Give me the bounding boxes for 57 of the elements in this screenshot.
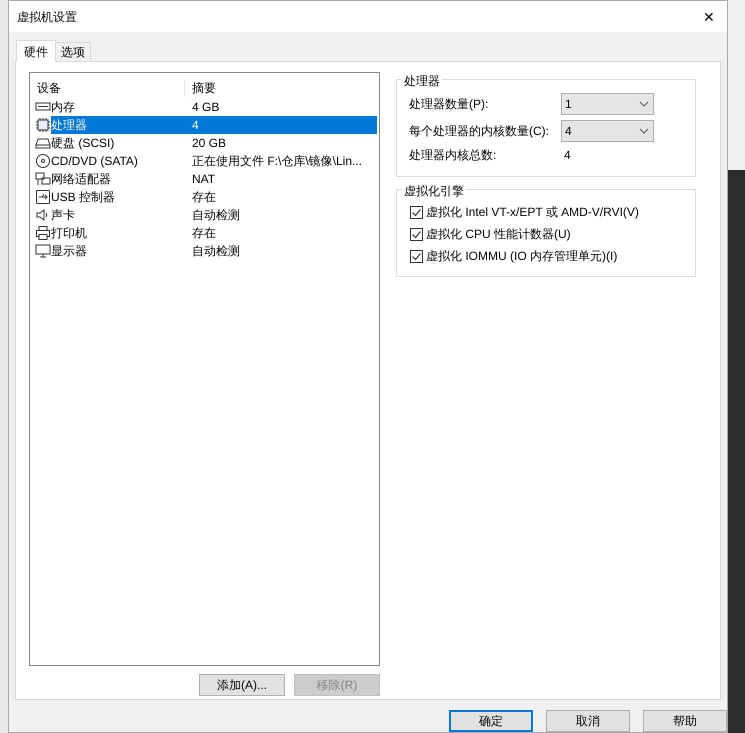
group-title: 虚拟化引擎 (402, 182, 466, 200)
display-icon (35, 243, 51, 259)
device-name: 内存 (51, 99, 76, 116)
device-row[interactable]: CD/DVD (SATA) 正在使用文件 F:\仓库\镜像\Lin... (30, 152, 379, 170)
cpu-icon (35, 117, 51, 133)
checkbox-label: 虚拟化 CPU 性能计数器(U) (426, 226, 571, 243)
device-name: CD/DVD (SATA) (51, 153, 139, 170)
tab[interactable]: 硬件 (16, 40, 56, 62)
total-value: 4 (563, 147, 571, 164)
device-row[interactable]: 显示器 自动检测 (30, 242, 379, 260)
device-row[interactable]: 硬盘 (SCSI) 20 GB (30, 134, 379, 152)
field-label: 每个处理器的内核数量(C): (409, 122, 550, 140)
dialog-button[interactable]: 帮助 (643, 710, 727, 732)
column-header[interactable]: 设备 (30, 79, 185, 97)
device-name: 硬盘 (SCSI) (51, 135, 116, 152)
device-row[interactable]: 网络适配器 NAT (30, 170, 379, 188)
dropdown[interactable]: 4 (561, 120, 654, 142)
device-summary: 20 GB (191, 135, 226, 152)
device-row[interactable]: USB 控制器 存在 (30, 188, 379, 206)
device-summary: 存在 (191, 225, 216, 242)
checkbox-label: 虚拟化 IOMMU (IO 内存管理单元)(I) (426, 248, 618, 265)
device-name: 打印机 (51, 225, 88, 242)
close-button[interactable]: ✕ (699, 10, 719, 24)
device-name: USB 控制器 (51, 189, 116, 206)
device-summary: 存在 (191, 189, 216, 206)
device-summary: 正在使用文件 F:\仓库\镜像\Lin... (191, 153, 362, 170)
device-name: 声卡 (51, 207, 76, 224)
cdrom-icon (35, 153, 51, 169)
device-summary: 4 (191, 117, 199, 134)
device-name: 显示器 (51, 243, 88, 260)
add-button[interactable]: 添加(A)... (199, 674, 285, 696)
checkbox[interactable] (410, 250, 423, 262)
field-label: 处理器数量(P): (409, 96, 490, 112)
device-name: 处理器 (51, 117, 88, 134)
dialog-button[interactable]: 确定 (449, 710, 533, 732)
dialog-button[interactable]: 取消 (546, 710, 630, 732)
dropdown[interactable]: 1 (561, 92, 654, 114)
total-label: 处理器内核总数: (409, 147, 498, 164)
window-title: 虚拟机设置 (17, 8, 77, 26)
device-row[interactable]: 打印机 存在 (30, 224, 379, 242)
chevron-down-icon (639, 128, 649, 134)
device-name: 网络适配器 (51, 171, 112, 188)
device-summary: 自动检测 (191, 243, 240, 260)
network-icon (35, 171, 51, 187)
chevron-down-icon (639, 100, 649, 106)
checkbox[interactable] (410, 228, 423, 240)
column-header[interactable]: 摘要 (185, 79, 216, 97)
device-row[interactable]: 声卡 自动检测 (30, 206, 379, 224)
device-summary: NAT (191, 171, 216, 188)
usb-icon (35, 189, 51, 205)
device-summary: 4 GB (191, 99, 220, 116)
device-summary: 自动检测 (191, 207, 240, 224)
device-row[interactable]: 内存 4 GB (30, 98, 379, 116)
printer-icon (35, 225, 51, 241)
checkbox-label: 虚拟化 Intel VT-x/EPT 或 AMD-V/RVI(V) (426, 204, 639, 221)
checkbox[interactable] (410, 206, 423, 218)
tab[interactable]: 选项 (56, 42, 91, 61)
